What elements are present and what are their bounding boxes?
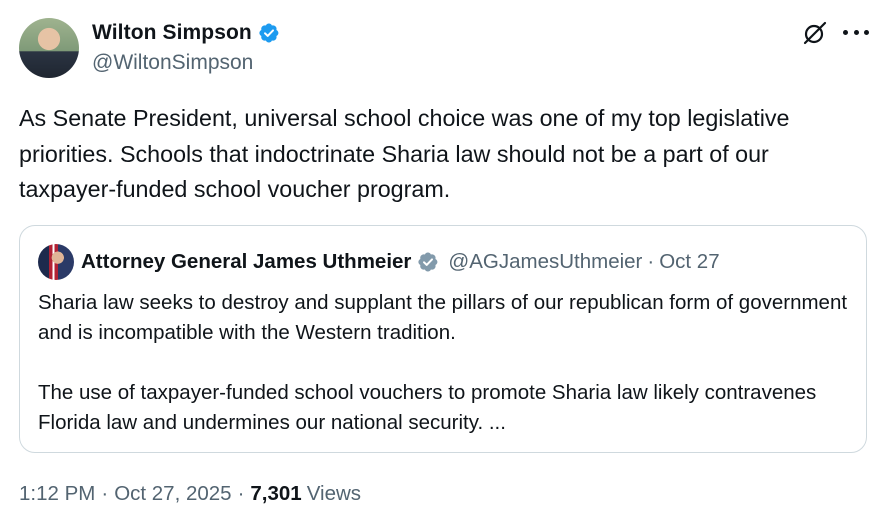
grok-icon[interactable] [802,20,828,46]
quote-paragraph: The use of taxpayer-funded school vouche… [38,381,817,434]
quote-author-handle: @AGJamesUthmeier [448,250,643,273]
quote-paragraph: Sharia law seeks to destroy and supplant… [38,291,848,344]
meta-separator: · [101,482,109,505]
tweet-date[interactable]: Oct 27, 2025 [114,482,231,506]
quote-date: Oct 27 [659,250,720,273]
verified-badge-icon [418,252,438,272]
views-count: 7,301 [250,482,302,505]
meta-separator: · [237,482,245,505]
author-handle[interactable]: @WiltonSimpson [92,51,280,75]
tweet-time[interactable]: 1:12 PM [19,482,95,506]
quote-separator: · [647,250,655,273]
tweet-text: As Senate President, universal school ch… [19,105,790,202]
quote-text: Sharia law seeks to destroy and supplant… [38,288,848,438]
tweet-meta: 1:12 PM · Oct 27, 2025 · 7,301 Views [19,481,361,507]
quote-author-name: Attorney General James Uthmeier [81,250,412,273]
quote-avatar [38,244,74,280]
author-name[interactable]: Wilton Simpson [92,21,252,45]
views-label: Views [306,482,362,505]
more-icon[interactable] [843,19,869,45]
quoted-tweet[interactable]: Attorney General James Uthmeier @AGJames… [19,225,867,453]
author-block: Wilton Simpson @WiltonSimpson [92,20,280,75]
verified-badge-icon [259,23,279,43]
avatar[interactable] [19,18,79,78]
